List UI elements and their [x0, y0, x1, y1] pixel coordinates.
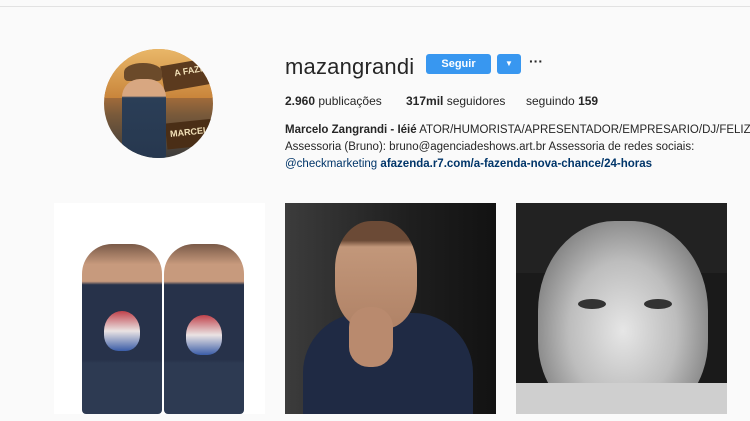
stat-posts: 2.960 publicações: [285, 94, 382, 108]
post-thumbnail-1[interactable]: [54, 203, 265, 414]
stat-followers[interactable]: 317mil seguidores: [406, 94, 505, 108]
followers-label: seguidores: [446, 94, 506, 108]
post-3-left-eye: [578, 299, 606, 309]
avatar-person: [122, 79, 166, 158]
follow-button[interactable]: Seguir: [426, 54, 491, 74]
posts-count: 2.960: [285, 94, 316, 108]
stat-following[interactable]: seguindo 159: [526, 94, 598, 108]
suggestions-dropdown-button[interactable]: ▼: [497, 54, 521, 74]
avatar[interactable]: A FAZEN MARCEL: [104, 49, 213, 158]
bio-headline: ATOR/HUMORISTA/APRESENTADOR/EMPRESARIO/D…: [419, 124, 750, 136]
bio-website-link[interactable]: afazenda.r7.com/a-fazenda-nova-chance/24…: [380, 158, 652, 170]
bio-full-name: Marcelo Zangrandi - Iéié: [285, 124, 417, 136]
bio-mention-link[interactable]: @checkmarketing: [285, 158, 377, 170]
post-1-skull-shirt-print-left: [104, 311, 140, 351]
post-thumbnail-2[interactable]: [285, 203, 496, 414]
bio-line-3: @checkmarketing afazenda.r7.com/a-fazend…: [285, 158, 652, 170]
post-1-skull-shirt-print-right: [186, 315, 222, 355]
post-3-right-eye: [644, 299, 672, 309]
followers-count: 317mil: [406, 94, 444, 108]
profile-username: mazangrandi: [285, 54, 415, 79]
posts-label: publicações: [318, 94, 382, 108]
chevron-down-icon: ▼: [505, 59, 513, 68]
post-thumbnail-3[interactable]: [516, 203, 727, 414]
more-options-button[interactable]: ···: [529, 54, 543, 71]
top-divider: [0, 6, 750, 7]
post-2-hand: [349, 307, 393, 367]
following-label: seguindo: [526, 94, 575, 108]
post-3-shirt: [516, 383, 727, 414]
bio-line-1: Marcelo Zangrandi - Iéié ATOR/HUMORISTA/…: [285, 124, 750, 136]
following-count: 159: [578, 94, 599, 108]
bio-line-2: Assessoria (Bruno): bruno@agenciadeshows…: [285, 141, 695, 153]
